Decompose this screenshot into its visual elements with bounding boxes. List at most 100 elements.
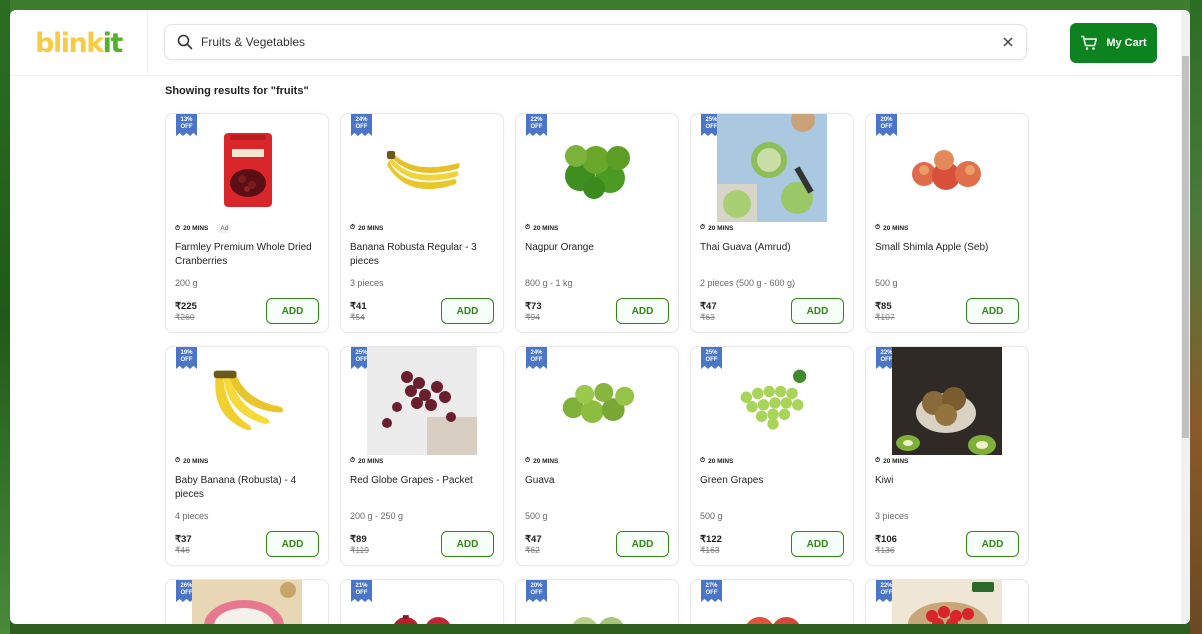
- product-image-pomegranate[interactable]: [383, 594, 463, 624]
- product-image-dragon-fruit[interactable]: [192, 580, 302, 624]
- product-image-thai-guava[interactable]: [717, 114, 827, 222]
- product-quantity: 500 g: [525, 511, 548, 521]
- clock-icon: ⏱: [875, 224, 881, 231]
- product-mrp: ₹46: [175, 545, 190, 555]
- product-card[interactable]: 25% OFF ⏱ 20 MINS Green Grapes 500 g ₹122…: [690, 346, 854, 566]
- product-card[interactable]: 13% OFF ⏱ 20 MINS Ad Farmley Premium Whole…: [165, 113, 329, 333]
- product-image-red-apple[interactable]: [733, 594, 813, 624]
- search-input[interactable]: Fruits & Vegetables: [201, 35, 1002, 49]
- product-quantity: 500 g: [875, 278, 898, 288]
- product-price: ₹73: [525, 301, 542, 312]
- discount-badge: 24% OFF: [351, 114, 372, 136]
- product-name[interactable]: Red Globe Grapes - Packet: [350, 474, 496, 488]
- discount-badge: 24% OFF: [526, 347, 547, 369]
- product-grid: 13% OFF ⏱ 20 MINS Ad Farmley Premium Whole…: [165, 113, 1029, 566]
- product-card[interactable]: 21% OFF: [340, 579, 504, 624]
- product-card[interactable]: 27% OFF: [690, 579, 854, 624]
- clock-icon: ⏱: [350, 457, 356, 464]
- product-image-apple[interactable]: [908, 116, 988, 222]
- results-title: Showing results for "fruits": [165, 85, 309, 97]
- eta-text: 20 MINS: [183, 225, 209, 232]
- product-card[interactable]: 25% OFF ⏱ 20 MINS Red Globe Grapes - Pack…: [340, 346, 504, 566]
- page-scrollbar[interactable]: [1181, 10, 1190, 624]
- product-image-green-grapes[interactable]: [733, 349, 813, 455]
- eta-text: 20 MINS: [533, 457, 559, 465]
- product-price: ₹41: [350, 301, 367, 312]
- product-image-guava[interactable]: [558, 349, 638, 455]
- product-quantity: 4 pieces: [175, 511, 209, 521]
- discount-text: 27% OFF: [705, 583, 718, 596]
- product-card[interactable]: 19% OFF ⏱ 20 MINS Baby Banana (Robusta) -…: [165, 346, 329, 566]
- add-button[interactable]: ADD: [266, 531, 319, 557]
- add-button[interactable]: ADD: [966, 531, 1019, 557]
- product-name[interactable]: Guava: [525, 474, 671, 488]
- clock-icon: ⏱: [525, 457, 531, 464]
- product-name[interactable]: Kiwi: [875, 474, 1021, 488]
- discount-text: 19% OFF: [180, 350, 193, 363]
- product-mrp: ₹163: [700, 545, 720, 555]
- product-image-cranberry-pack[interactable]: [208, 116, 288, 222]
- add-button[interactable]: ADD: [616, 531, 669, 557]
- add-button[interactable]: ADD: [616, 298, 669, 324]
- add-button[interactable]: ADD: [441, 298, 494, 324]
- product-name[interactable]: Baby Banana (Robusta) - 4 pieces: [175, 474, 321, 502]
- product-mrp: ₹54: [350, 312, 365, 322]
- cart-icon: [1081, 35, 1098, 50]
- product-name[interactable]: Nagpur Orange: [525, 241, 671, 255]
- product-name[interactable]: Green Grapes: [700, 474, 846, 488]
- delivery-eta: ⏱ 20 MINS: [350, 457, 383, 465]
- delivery-eta: ⏱ 20 MINS: [875, 224, 908, 232]
- eta-text: 20 MINS: [358, 457, 384, 465]
- product-quantity: 800 g - 1 kg: [525, 278, 573, 288]
- product-mrp: ₹119: [350, 545, 369, 555]
- my-cart-button[interactable]: My Cart: [1070, 23, 1157, 63]
- scrollbar-thumb[interactable]: [1182, 56, 1189, 438]
- product-image-custard-apple[interactable]: [558, 594, 638, 624]
- product-card[interactable]: 22% OFF ⏱ 20 MINS Nagpur Orange 800 g - 1…: [515, 113, 679, 333]
- add-button[interactable]: ADD: [966, 298, 1019, 324]
- product-price: ₹225: [175, 301, 197, 312]
- product-price: ₹89: [350, 534, 367, 545]
- product-name[interactable]: Small Shimla Apple (Seb): [875, 241, 1021, 255]
- add-button[interactable]: ADD: [441, 531, 494, 557]
- discount-text: 22% OFF: [530, 117, 543, 130]
- eta-text: 20 MINS: [883, 457, 909, 465]
- product-card[interactable]: 24% OFF ⏱ 20 MINS Banana Robusta Regular …: [340, 113, 504, 333]
- product-card[interactable]: 20% OFF ⏱ 20 MINS Small Shimla Apple (Seb…: [865, 113, 1029, 333]
- product-quantity: 500 g: [700, 511, 723, 521]
- add-button[interactable]: ADD: [791, 531, 844, 557]
- product-image-red-grapes[interactable]: [367, 347, 477, 455]
- eta-text: 20 MINS: [183, 457, 209, 465]
- add-button[interactable]: ADD: [266, 298, 319, 324]
- product-name[interactable]: Thai Guava (Amrud): [700, 241, 846, 255]
- product-image-banana[interactable]: [383, 116, 463, 222]
- product-grid-partial-row: 26% OFF 21% OFF 20% OFF 27% OFF 22% OFF: [165, 579, 1029, 624]
- product-name[interactable]: Farmley Premium Whole Dried Cranberries: [175, 241, 321, 269]
- ad-label: Ad: [217, 224, 232, 233]
- product-image-strawberry[interactable]: [892, 580, 1002, 624]
- blinkit-logo[interactable]: blink it: [10, 10, 148, 76]
- product-card[interactable]: 26% OFF: [165, 579, 329, 624]
- product-image-orange[interactable]: [558, 116, 638, 222]
- product-name[interactable]: Banana Robusta Regular - 3 pieces: [350, 241, 496, 269]
- product-image-kiwi[interactable]: [892, 347, 1002, 455]
- background-right: [1190, 0, 1202, 634]
- product-mrp: ₹63: [700, 312, 715, 322]
- product-card[interactable]: 22% OFF ⏱ 20 MINS Kiwi 3 pieces ₹106 ₹136…: [865, 346, 1029, 566]
- product-image-baby-banana[interactable]: [208, 349, 288, 455]
- discount-badge: 13% OFF: [176, 114, 197, 136]
- product-card[interactable]: 20% OFF: [515, 579, 679, 624]
- eta-text: 20 MINS: [533, 224, 559, 232]
- product-price: ₹47: [700, 301, 717, 312]
- product-card[interactable]: 22% OFF: [865, 579, 1029, 624]
- clear-icon[interactable]: [1002, 36, 1014, 48]
- product-quantity: 200 g: [175, 278, 198, 288]
- search-bar[interactable]: Fruits & Vegetables: [164, 24, 1027, 60]
- product-card[interactable]: 24% OFF ⏱ 20 MINS Guava 500 g ₹47 ₹62 ADD: [515, 346, 679, 566]
- discount-text: 25% OFF: [705, 117, 718, 130]
- product-price: ₹106: [875, 534, 897, 545]
- add-button[interactable]: ADD: [791, 298, 844, 324]
- product-card[interactable]: 25% OFF ⏱ 20 MINS Thai Guava (Amrud) 2 pi…: [690, 113, 854, 333]
- discount-badge: 20% OFF: [876, 114, 897, 136]
- product-mrp: ₹136: [875, 545, 895, 555]
